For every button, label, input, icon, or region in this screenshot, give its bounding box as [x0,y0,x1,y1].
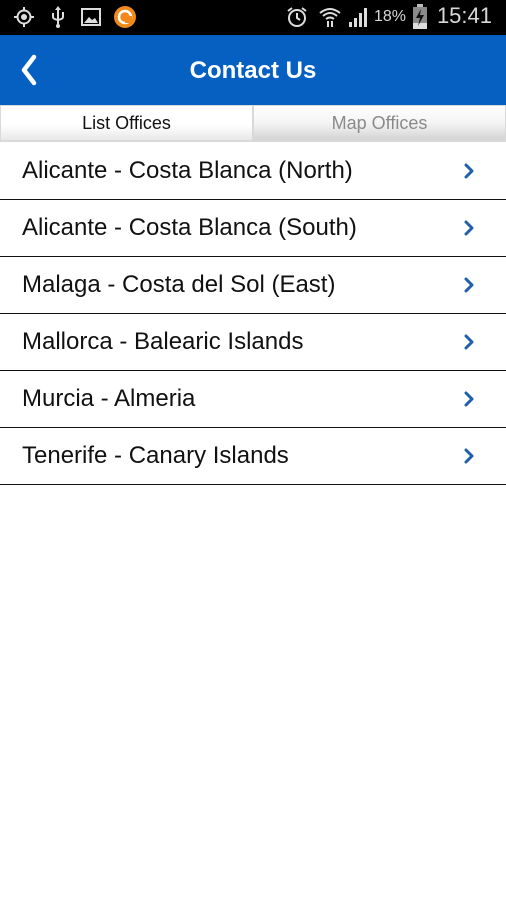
battery-charging-icon [410,4,430,29]
chevron-right-icon [464,448,474,464]
chevron-right-icon [464,277,474,293]
tab-bar: List Offices Map Offices [0,105,506,142]
image-icon [80,6,102,28]
office-label: Murcia - Almeria [22,385,196,412]
alarm-icon [285,6,309,28]
office-row-murcia[interactable]: Murcia - Almeria [0,371,506,428]
chevron-right-icon [464,163,474,179]
office-label: Mallorca - Balearic Islands [22,328,304,355]
office-row-malaga[interactable]: Malaga - Costa del Sol (East) [0,257,506,314]
office-label: Alicante - Costa Blanca (South) [22,214,357,241]
office-label: Tenerife - Canary Islands [22,442,289,469]
signal-icon [346,6,370,28]
office-row-tenerife[interactable]: Tenerife - Canary Islands [0,428,506,485]
page-title: Contact Us [189,57,317,84]
clock: 15:41 [436,3,492,28]
battery-percent: 18% [374,8,407,25]
office-label: Alicante - Costa Blanca (North) [22,157,353,184]
tab-map-offices[interactable]: Map Offices [254,106,505,140]
chevron-right-icon [464,220,474,236]
office-row-alicante-north[interactable]: Alicante - Costa Blanca (North) [0,143,506,200]
status-bar: 18% 15:41 [0,0,506,35]
chevron-right-icon [464,334,474,350]
app-notification-icon [113,6,137,28]
office-label: Malaga - Costa del Sol (East) [22,271,336,298]
gps-icon [12,6,36,28]
office-row-alicante-south[interactable]: Alicante - Costa Blanca (South) [0,200,506,257]
app-bar: Contact Us [0,35,506,105]
office-list: Alicante - Costa Blanca (North) Alicante… [0,143,506,485]
usb-icon [48,6,68,28]
tab-list-offices[interactable]: List Offices [1,106,252,140]
office-row-mallorca[interactable]: Mallorca - Balearic Islands [0,314,506,371]
wifi-icon [318,6,342,28]
chevron-right-icon [464,391,474,407]
